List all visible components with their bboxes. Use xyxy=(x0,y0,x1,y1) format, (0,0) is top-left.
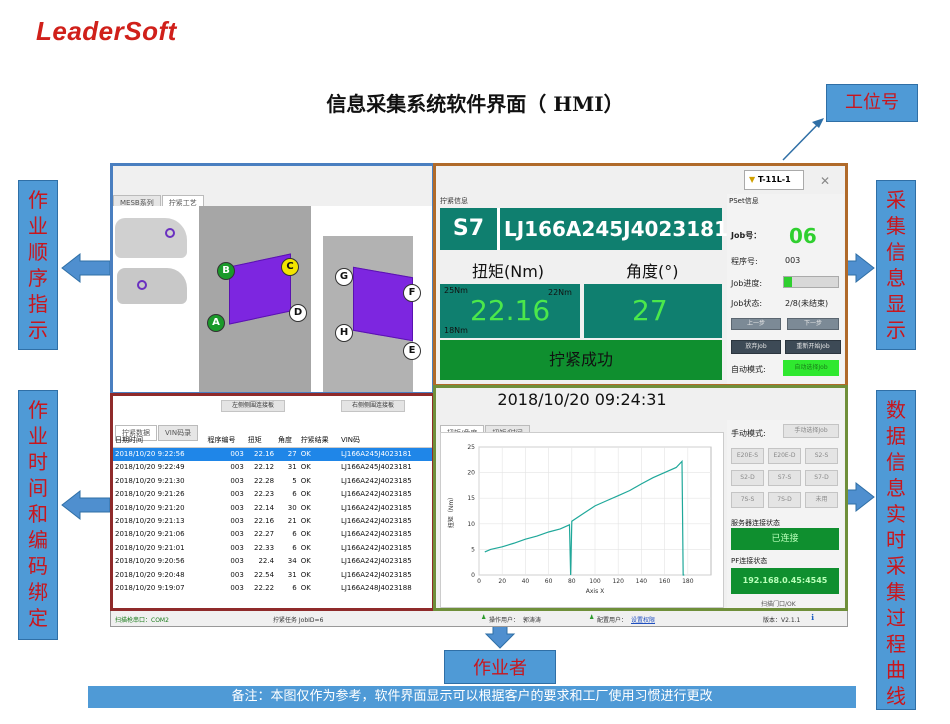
operator-icon: ♟ xyxy=(481,614,487,621)
status-config[interactable]: 设置权限 xyxy=(631,615,655,624)
frame-table xyxy=(110,393,435,611)
frame-sequence xyxy=(110,163,435,395)
arrow-left-top xyxy=(61,252,111,284)
version-info-icon[interactable]: ℹ xyxy=(811,613,814,622)
status-port: 扫描枪串口：COM2 xyxy=(115,617,169,624)
status-config-label: 配置用户： xyxy=(597,617,628,624)
status-version: 版本：V2.1.1 xyxy=(763,617,801,624)
frame-collect xyxy=(433,163,848,387)
config-icon: ♟ xyxy=(589,614,595,621)
arrow-station-line xyxy=(782,121,821,161)
frame-curve xyxy=(433,385,848,611)
status-operator-label: 操作用户： xyxy=(489,617,520,624)
status-job: 拧紧任务 JobID=6 xyxy=(273,617,324,624)
status-bar: 扫描枪串口：COM2 拧紧任务 JobID=6 ♟ 操作用户： 郭涛涛 ♟ 配置… xyxy=(111,612,847,626)
arrow-left-bottom xyxy=(61,489,111,521)
status-operator: 郭涛涛 xyxy=(523,617,542,624)
arrow-station-head xyxy=(812,118,824,128)
